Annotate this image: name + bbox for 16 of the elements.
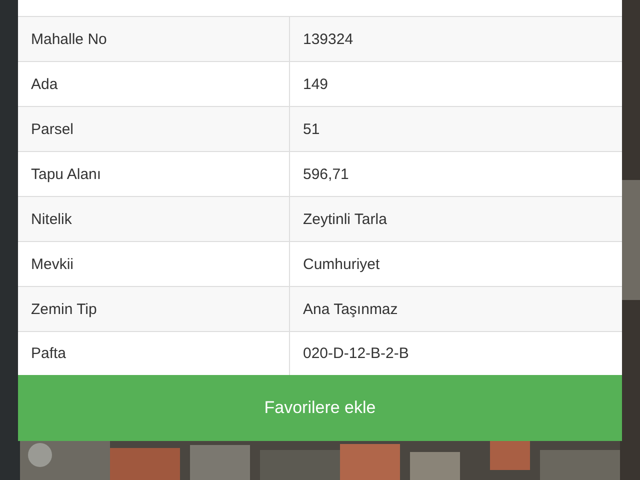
table-cell-text: Mahalle No: [30, 30, 108, 50]
table-cell: 596,71: [289, 152, 622, 196]
table-cell-text: Mevkii: [30, 254, 75, 274]
table-cell-text: Tapu Alanı: [30, 164, 102, 184]
table-cell: Cumhuriyet: [289, 242, 622, 286]
table-cell-text: Parsel: [30, 120, 75, 140]
table-cell: 149: [289, 62, 622, 106]
table-cell: Ana Taşınmaz: [289, 287, 622, 331]
table-cell: 51: [289, 107, 622, 151]
table-cell: Zeytinli Tarla: [289, 197, 622, 241]
table-cell-text: Zemin Tip: [30, 300, 98, 320]
table-cell: 139324: [289, 17, 622, 61]
table-cell-text: Ada: [30, 74, 59, 94]
table-cell-text: Nitelik: [30, 210, 73, 230]
table-cell-text: Pafta: [30, 344, 68, 364]
add-to-favorites-button[interactable]: Favorilere ekle: [18, 375, 622, 441]
